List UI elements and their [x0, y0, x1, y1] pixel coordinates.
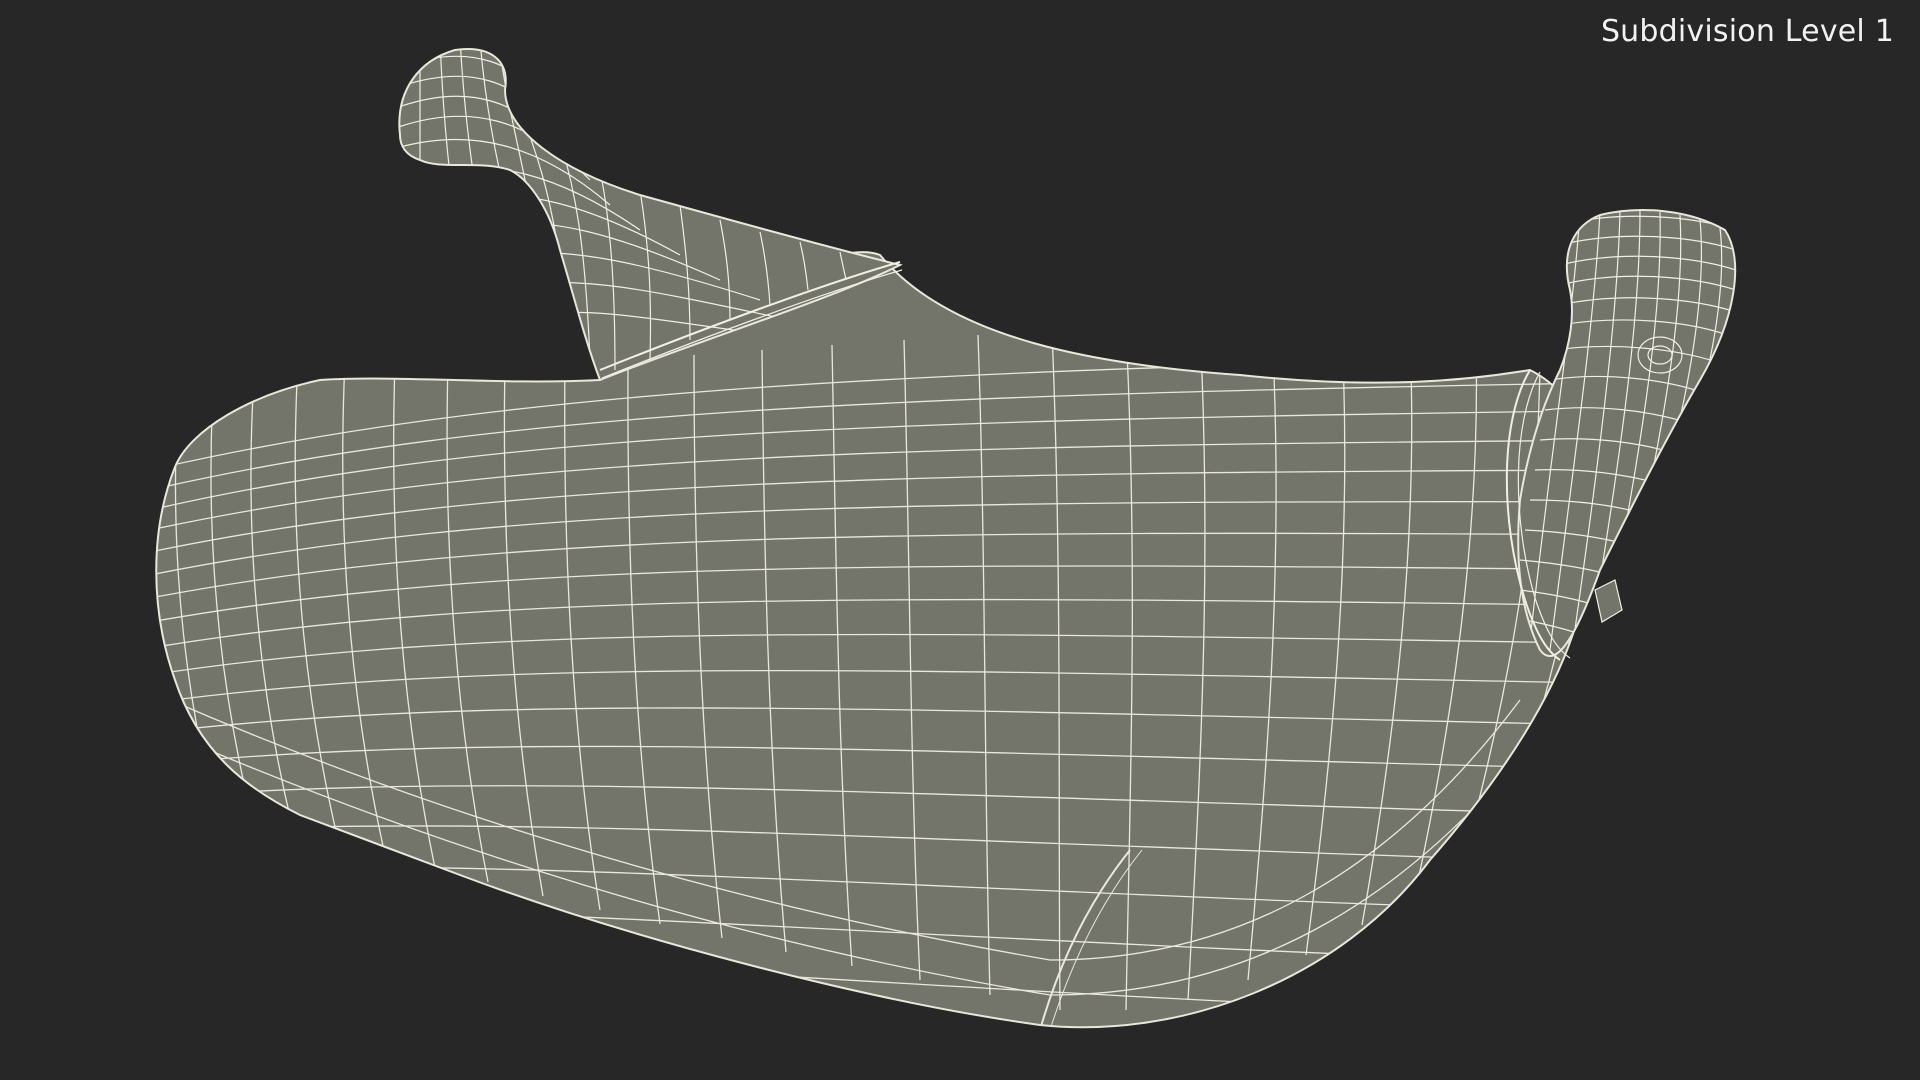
render-viewport: Subdivision Level 1: [0, 0, 1920, 1080]
seat-base: [155, 251, 1605, 1029]
subdivision-level-label: Subdivision Level 1: [1600, 14, 1894, 49]
booster-seat-model: [155, 48, 1737, 1029]
right-armrest: [1505, 209, 1737, 661]
